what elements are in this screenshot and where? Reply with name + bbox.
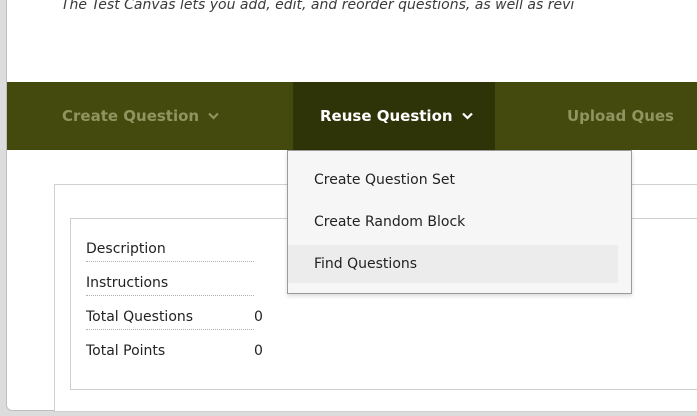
info-label: Total Questions — [86, 309, 254, 330]
create-random-block-item[interactable]: Create Random Block — [288, 203, 631, 241]
info-row-total-questions: Total Questions 0 — [86, 300, 274, 334]
intro-text: The Test Canvas lets you add, edit, and … — [61, 0, 575, 13]
info-value: 0 — [254, 309, 263, 325]
create-question-menu-button[interactable]: Create Question — [62, 82, 219, 150]
info-row-instructions: Instructions — [86, 266, 274, 300]
chevron-down-icon — [461, 110, 473, 123]
upload-questions-menu-button[interactable]: Upload Ques — [567, 82, 674, 150]
info-label: Instructions — [86, 275, 254, 296]
info-row-description: Description — [86, 232, 274, 266]
test-info-table: Description Instructions Total Questions… — [86, 232, 274, 368]
info-row-total-points: Total Points 0 — [86, 334, 274, 368]
find-questions-item[interactable]: Find Questions — [288, 245, 618, 283]
reuse-question-dropdown: Create Question Set Create Random Block … — [287, 150, 632, 294]
reuse-question-label: Reuse Question — [320, 107, 453, 125]
create-question-label: Create Question — [62, 107, 200, 125]
create-question-set-item[interactable]: Create Question Set — [288, 161, 631, 199]
info-label: Description — [86, 241, 254, 262]
chevron-down-icon — [208, 110, 219, 123]
info-label: Total Points — [86, 343, 166, 359]
upload-questions-label: Upload Ques — [567, 107, 674, 125]
reuse-question-menu-button[interactable]: Reuse Question — [293, 82, 495, 150]
action-bar: Create Question Reuse Question Upload Qu… — [7, 82, 697, 150]
info-value: 0 — [254, 343, 263, 359]
